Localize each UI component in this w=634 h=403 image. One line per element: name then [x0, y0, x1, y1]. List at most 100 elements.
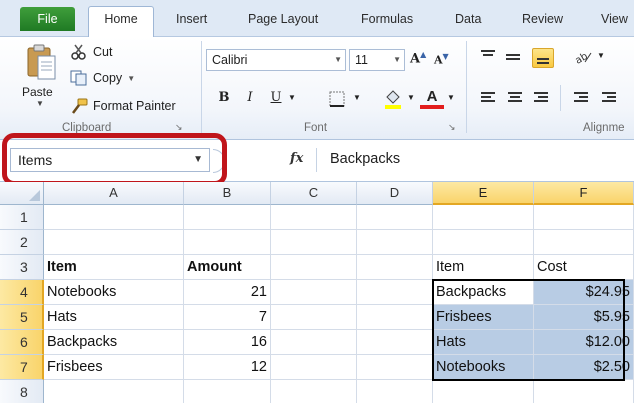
decrease-indent-button[interactable]	[570, 87, 592, 107]
cell-b7[interactable]: 12	[184, 355, 271, 380]
clipboard-launcher-icon[interactable]: ↘	[175, 122, 183, 133]
cell-b5[interactable]: 7	[184, 305, 271, 330]
copy-button[interactable]: Copy ▼	[70, 68, 135, 88]
cell-d6[interactable]	[357, 330, 433, 355]
font-color-dropdown-icon[interactable]: ▼	[446, 87, 456, 109]
cell-d3[interactable]	[357, 255, 433, 280]
cell-c5[interactable]	[271, 305, 357, 330]
copy-dropdown-icon[interactable]: ▼	[127, 74, 135, 83]
cell-d8[interactable]	[357, 380, 433, 403]
shrink-font-icon[interactable]: A▼	[434, 51, 449, 67]
tab-file[interactable]: File	[20, 7, 75, 31]
row-header[interactable]: 1	[0, 205, 44, 230]
cell-e7[interactable]: Notebooks	[433, 355, 534, 380]
cell-c7[interactable]	[271, 355, 357, 380]
cell-c8[interactable]	[271, 380, 357, 403]
cell-b6[interactable]: 16	[184, 330, 271, 355]
cell-d4[interactable]	[357, 280, 433, 305]
orientation-dropdown-icon[interactable]: ▼	[596, 45, 606, 67]
row-header[interactable]: 4	[0, 280, 44, 305]
row-header[interactable]: 7	[0, 355, 44, 380]
orientation-icon[interactable]: ab	[572, 45, 594, 67]
align-bottom-button[interactable]	[532, 48, 554, 68]
cut-button[interactable]: Cut	[70, 42, 112, 62]
name-box[interactable]: Items ▼	[10, 148, 210, 172]
chevron-down-icon[interactable]: ▼	[193, 149, 203, 171]
row-header[interactable]: 6	[0, 330, 44, 355]
cell-d2[interactable]	[357, 230, 433, 255]
cell-d7[interactable]	[357, 355, 433, 380]
name-box-resize-handle[interactable]	[213, 149, 225, 173]
align-left-button[interactable]	[477, 87, 499, 107]
cell-f4[interactable]: $24.95	[534, 280, 634, 305]
fill-color-button[interactable]	[380, 87, 406, 109]
tab-review[interactable]: Review	[522, 8, 563, 37]
row-header[interactable]: 3	[0, 255, 44, 280]
column-header-f[interactable]: F	[534, 182, 634, 205]
column-header-e[interactable]: E	[433, 182, 534, 205]
cell-c2[interactable]	[271, 230, 357, 255]
cell-e4[interactable]: Backpacks	[433, 280, 534, 305]
cell-e5[interactable]: Frisbees	[433, 305, 534, 330]
cell-e1[interactable]	[433, 205, 534, 230]
cell-a4[interactable]: Notebooks	[44, 280, 184, 305]
font-size-select[interactable]: 11 ▼	[349, 49, 405, 71]
cell-a3[interactable]: Item	[44, 255, 184, 280]
row-header[interactable]: 5	[0, 305, 44, 330]
row-header[interactable]: 8	[0, 380, 44, 403]
tab-data[interactable]: Data	[455, 8, 481, 37]
cell-a6[interactable]: Backpacks	[44, 330, 184, 355]
cell-e3[interactable]: Item	[433, 255, 534, 280]
cell-d5[interactable]	[357, 305, 433, 330]
cell-f8[interactable]	[534, 380, 634, 403]
cell-a8[interactable]	[44, 380, 184, 403]
tab-formulas[interactable]: Formulas	[361, 8, 413, 37]
font-launcher-icon[interactable]: ↘	[448, 122, 456, 133]
spreadsheet-grid[interactable]: A B C D E F 1 2 3 Item Amount Item Cost 4 Notebooks 21 B…	[0, 182, 634, 403]
fill-color-dropdown-icon[interactable]: ▼	[406, 87, 416, 109]
column-header-d[interactable]: D	[357, 182, 433, 205]
font-color-button[interactable]: A	[420, 87, 444, 109]
tab-home[interactable]: Home	[88, 6, 154, 38]
cell-c1[interactable]	[271, 205, 357, 230]
cell-a2[interactable]	[44, 230, 184, 255]
cell-b2[interactable]	[184, 230, 271, 255]
tab-view[interactable]: View	[601, 8, 628, 37]
paste-button[interactable]: Paste	[22, 85, 53, 99]
align-top-button[interactable]	[477, 47, 499, 67]
italic-button[interactable]: I	[240, 87, 260, 109]
cell-d1[interactable]	[357, 205, 433, 230]
cell-a7[interactable]: Frisbees	[44, 355, 184, 380]
font-name-select[interactable]: Calibri ▼	[206, 49, 346, 71]
cell-c6[interactable]	[271, 330, 357, 355]
cell-b8[interactable]	[184, 380, 271, 403]
increase-indent-button[interactable]	[598, 87, 620, 107]
column-header-c[interactable]: C	[271, 182, 357, 205]
borders-dropdown-icon[interactable]: ▼	[352, 87, 362, 109]
cell-f6[interactable]: $12.00	[534, 330, 634, 355]
bold-button[interactable]: B	[214, 87, 234, 109]
tab-insert[interactable]: Insert	[176, 8, 207, 37]
cell-f5[interactable]: $5.95	[534, 305, 634, 330]
cell-e8[interactable]	[433, 380, 534, 403]
underline-button[interactable]: U	[266, 87, 286, 109]
underline-dropdown-icon[interactable]: ▼	[287, 87, 297, 109]
align-center-button[interactable]	[504, 87, 526, 107]
column-header-b[interactable]: B	[184, 182, 271, 205]
cell-c3[interactable]	[271, 255, 357, 280]
cell-b4[interactable]: 21	[184, 280, 271, 305]
column-header-a[interactable]: A	[44, 182, 184, 205]
cell-b3[interactable]: Amount	[184, 255, 271, 280]
cell-e2[interactable]	[433, 230, 534, 255]
cell-c4[interactable]	[271, 280, 357, 305]
grow-font-icon[interactable]: A▲	[410, 49, 426, 66]
cell-f2[interactable]	[534, 230, 634, 255]
formula-input[interactable]: Backpacks	[316, 148, 634, 172]
cell-a5[interactable]: Hats	[44, 305, 184, 330]
cell-a1[interactable]	[44, 205, 184, 230]
paste-icon[interactable]	[25, 43, 57, 81]
cell-f3[interactable]: Cost	[534, 255, 634, 280]
borders-button[interactable]	[326, 87, 348, 109]
cell-b1[interactable]	[184, 205, 271, 230]
paste-dropdown-icon[interactable]: ▼	[36, 99, 44, 108]
